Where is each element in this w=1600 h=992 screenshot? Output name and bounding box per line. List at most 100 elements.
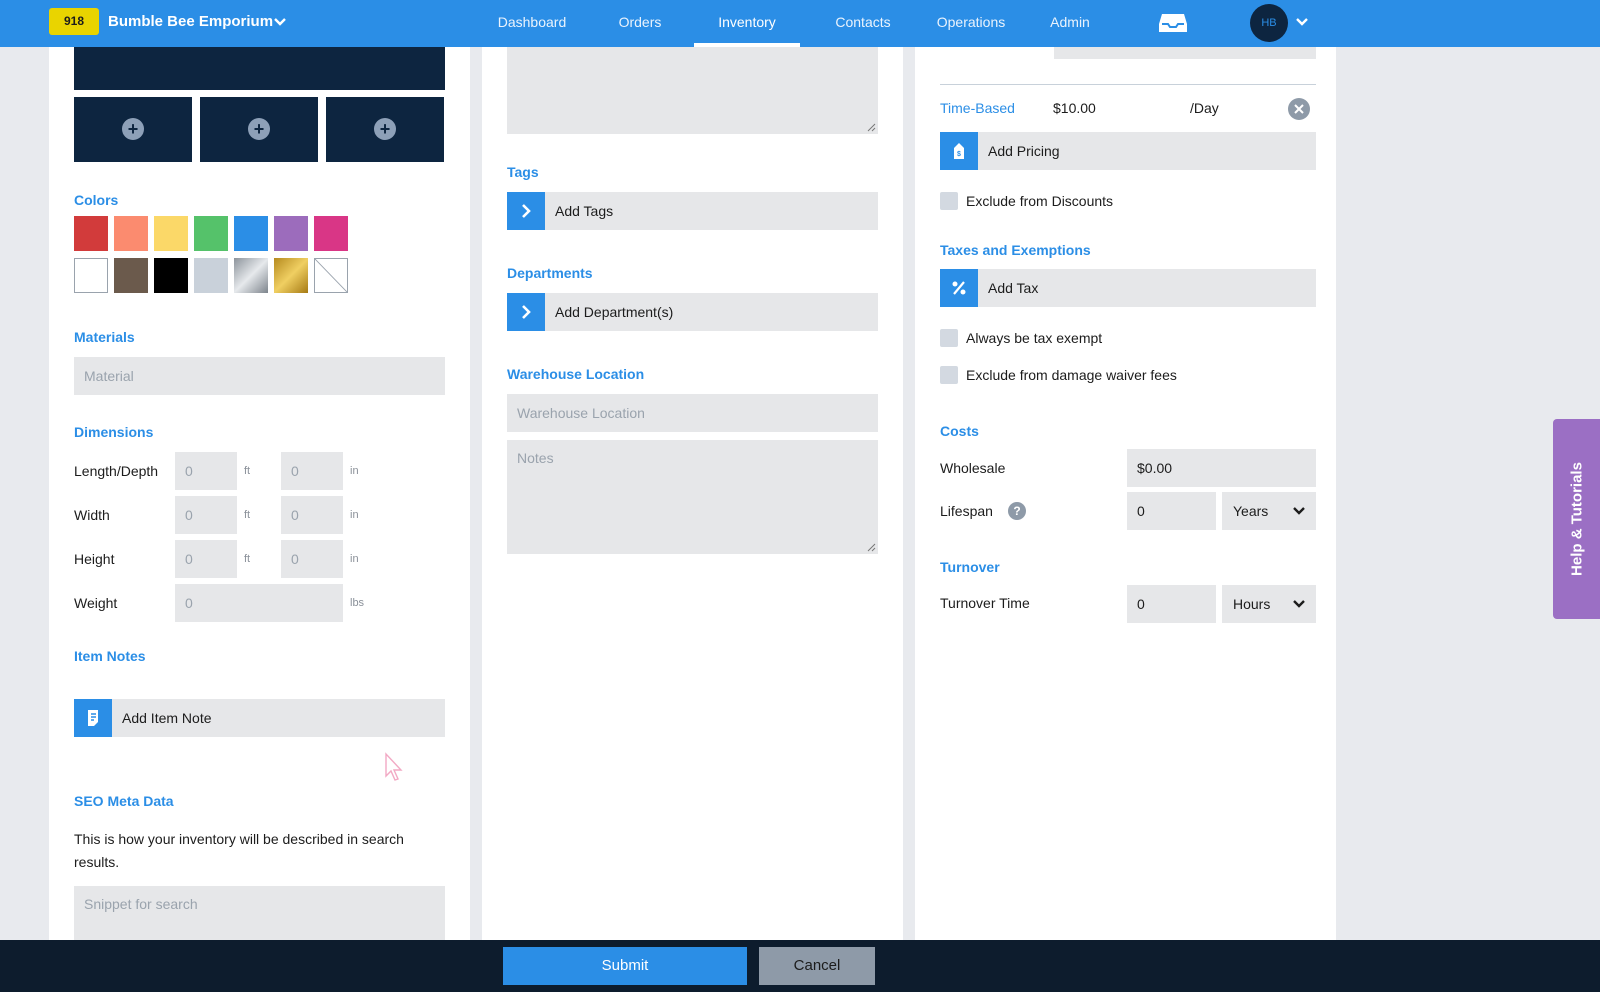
color-swatch[interactable] — [314, 258, 348, 293]
turnover-input[interactable]: 0 — [1127, 585, 1216, 623]
colors-title: Colors — [74, 192, 119, 208]
color-swatch[interactable] — [74, 258, 108, 293]
plus-icon: + — [374, 118, 396, 140]
help-tutorials-label: Help & Tutorials — [1568, 462, 1585, 576]
seo-snippet-input[interactable]: Snippet for search — [74, 886, 445, 940]
weight-input[interactable]: 0 — [175, 584, 343, 622]
lbs-unit: lbs — [350, 597, 365, 609]
tax-exempt-checkbox[interactable] — [940, 329, 958, 347]
turnover-unit-select[interactable]: Hours — [1222, 585, 1316, 623]
color-swatch[interactable] — [314, 216, 348, 251]
image-slot[interactable]: + — [74, 97, 192, 162]
resize-handle-icon[interactable] — [867, 543, 876, 552]
height-label: Height — [74, 551, 115, 567]
notes-placeholder: Notes — [517, 450, 554, 466]
remove-pricing-button[interactable] — [1288, 98, 1310, 120]
color-swatch[interactable] — [194, 216, 228, 251]
plus-icon: + — [122, 118, 144, 140]
note-icon — [74, 699, 112, 737]
add-departments-button[interactable]: Add Department(s) — [507, 293, 878, 331]
color-swatch[interactable] — [194, 258, 228, 293]
store-id-badge[interactable]: 918 — [49, 8, 99, 35]
width-ft-input[interactable]: 0 — [175, 496, 237, 534]
plus-icon: + — [248, 118, 270, 140]
chevron-down-icon[interactable] — [272, 14, 288, 30]
dimensions-title: Dimensions — [74, 424, 154, 440]
nav-tab-inventory[interactable]: Inventory — [694, 0, 800, 47]
warehouse-location-input[interactable]: Warehouse Location — [507, 394, 878, 432]
percent-icon — [940, 269, 978, 307]
height-in-input[interactable]: 0 — [281, 540, 343, 578]
nav-tab-admin[interactable]: Admin — [1038, 0, 1102, 47]
description-textarea[interactable] — [507, 47, 878, 134]
nav-tab-dashboard[interactable]: Dashboard — [484, 0, 580, 47]
cancel-button[interactable]: Cancel — [759, 947, 875, 985]
add-pricing-button[interactable]: $ Add Pricing — [940, 132, 1316, 170]
color-swatch[interactable] — [114, 216, 148, 251]
lifespan-unit-select[interactable]: Years — [1222, 492, 1316, 530]
departments-title: Departments — [507, 265, 593, 281]
length-in-input[interactable]: 0 — [281, 452, 343, 490]
chevron-right-icon — [507, 192, 545, 230]
color-swatch[interactable] — [154, 216, 188, 251]
chevron-down-icon — [1293, 600, 1305, 608]
lifespan-input[interactable]: 0 — [1127, 492, 1216, 530]
image-slot[interactable]: + — [200, 97, 318, 162]
resize-handle-icon[interactable] — [867, 123, 876, 132]
mouse-cursor-icon — [385, 752, 403, 781]
add-item-note-button[interactable]: Add Item Note — [74, 699, 445, 737]
color-swatch[interactable] — [114, 258, 148, 293]
submit-button[interactable]: Submit — [503, 947, 747, 985]
color-swatch[interactable] — [234, 258, 268, 293]
color-swatch[interactable] — [154, 258, 188, 293]
item-notes-title: Item Notes — [74, 648, 146, 664]
color-swatch[interactable] — [274, 216, 308, 251]
tax-exempt-label: Always be tax exempt — [966, 330, 1103, 346]
pricing-type-link[interactable]: Time-Based — [940, 100, 1015, 116]
color-swatch[interactable] — [274, 258, 308, 293]
lifespan-unit-value: Years — [1233, 503, 1269, 519]
add-departments-label: Add Department(s) — [555, 304, 674, 320]
costs-title: Costs — [940, 423, 979, 439]
avatar[interactable]: HB — [1250, 4, 1288, 42]
taxes-title: Taxes and Exemptions — [940, 242, 1091, 258]
nav-tab-orders[interactable]: Orders — [603, 0, 677, 47]
ft-unit: ft — [244, 465, 251, 477]
nav-tab-operations[interactable]: Operations — [918, 0, 1024, 47]
exclude-discounts-checkbox[interactable] — [940, 192, 958, 210]
add-item-note-label: Add Item Note — [122, 710, 212, 726]
turnover-time-label: Turnover Time — [940, 595, 1030, 611]
main-image-slot[interactable] — [74, 47, 445, 90]
add-tags-button[interactable]: Add Tags — [507, 192, 878, 230]
add-tax-label: Add Tax — [988, 280, 1039, 296]
pricing-amount: $10.00 — [1053, 100, 1096, 116]
length-ft-input[interactable]: 0 — [175, 452, 237, 490]
warehouse-location-title: Warehouse Location — [507, 366, 645, 382]
color-swatch[interactable] — [74, 216, 108, 251]
wholesale-input[interactable]: $0.00 — [1127, 449, 1316, 487]
color-swatch[interactable] — [234, 216, 268, 251]
damage-waiver-checkbox[interactable] — [940, 366, 958, 384]
width-in-input[interactable]: 0 — [281, 496, 343, 534]
help-tutorials-tab[interactable]: Help & Tutorials — [1553, 419, 1600, 619]
nav-tab-contacts[interactable]: Contacts — [815, 0, 911, 47]
warehouse-notes-textarea[interactable]: Notes — [507, 440, 878, 554]
turnover-title: Turnover — [940, 559, 1000, 575]
material-input[interactable]: Material — [74, 357, 445, 395]
right-form-column: Time-Based $10.00 /Day $ Add Pricing Exc… — [915, 47, 1336, 940]
left-form-column: + + + Colors Materials Material Dimensio… — [49, 47, 470, 940]
svg-text:$: $ — [957, 151, 961, 158]
help-icon[interactable]: ? — [1008, 502, 1026, 520]
height-ft-input[interactable]: 0 — [175, 540, 237, 578]
seo-description: This is how your inventory will be descr… — [74, 831, 404, 870]
price-tag-icon: $ — [940, 132, 978, 170]
image-slot[interactable]: + — [326, 97, 444, 162]
in-unit: in — [350, 465, 359, 477]
inbox-icon[interactable] — [1158, 12, 1188, 34]
chevron-down-icon[interactable] — [1294, 14, 1310, 30]
add-tax-button[interactable]: Add Tax — [940, 269, 1316, 307]
tags-title: Tags — [507, 164, 539, 180]
price-input[interactable] — [1054, 47, 1316, 59]
materials-title: Materials — [74, 329, 135, 345]
store-name[interactable]: Bumble Bee Emporium — [108, 13, 273, 30]
